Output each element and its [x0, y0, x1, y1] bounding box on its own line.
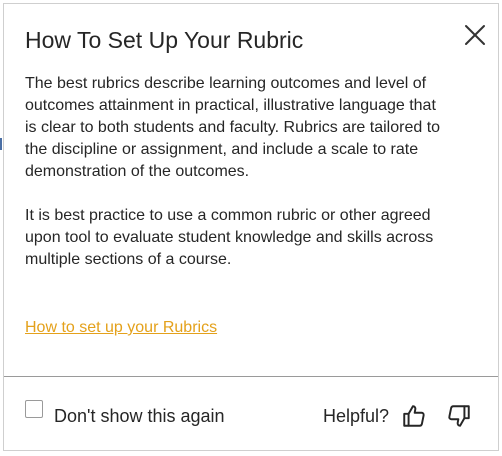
helpful-label: Helpful? [323, 406, 390, 426]
dialog-content: How To Set Up Your Rubric The best rubri… [4, 4, 498, 376]
rubrics-setup-link[interactable]: How to set up your Rubrics [25, 317, 217, 339]
close-icon [465, 25, 485, 45]
body-paragraph-2: It is best practice to use a common rubr… [25, 207, 434, 268]
thumbs-up-button[interactable] [401, 403, 427, 429]
background-edge-mark [0, 138, 2, 150]
close-button[interactable] [462, 22, 488, 48]
thumbs-up-icon [403, 405, 425, 427]
dont-show-again-label[interactable]: Don't show this again [54, 405, 225, 427]
page: How To Set Up Your Rubric The best rubri… [0, 0, 502, 456]
body-paragraph-1: The best rubrics describe learning outco… [25, 75, 441, 180]
thumbs-down-icon [448, 405, 470, 427]
dont-show-again-checkbox[interactable] [25, 400, 43, 418]
thumbs-down-button[interactable] [446, 403, 472, 429]
rubric-help-dialog: How To Set Up Your Rubric The best rubri… [3, 3, 499, 451]
dialog-footer: Don't show this again Helpful? [4, 376, 498, 450]
dialog-body: The best rubrics describe learning outco… [25, 73, 445, 271]
dialog-title: How To Set Up Your Rubric [25, 27, 304, 53]
